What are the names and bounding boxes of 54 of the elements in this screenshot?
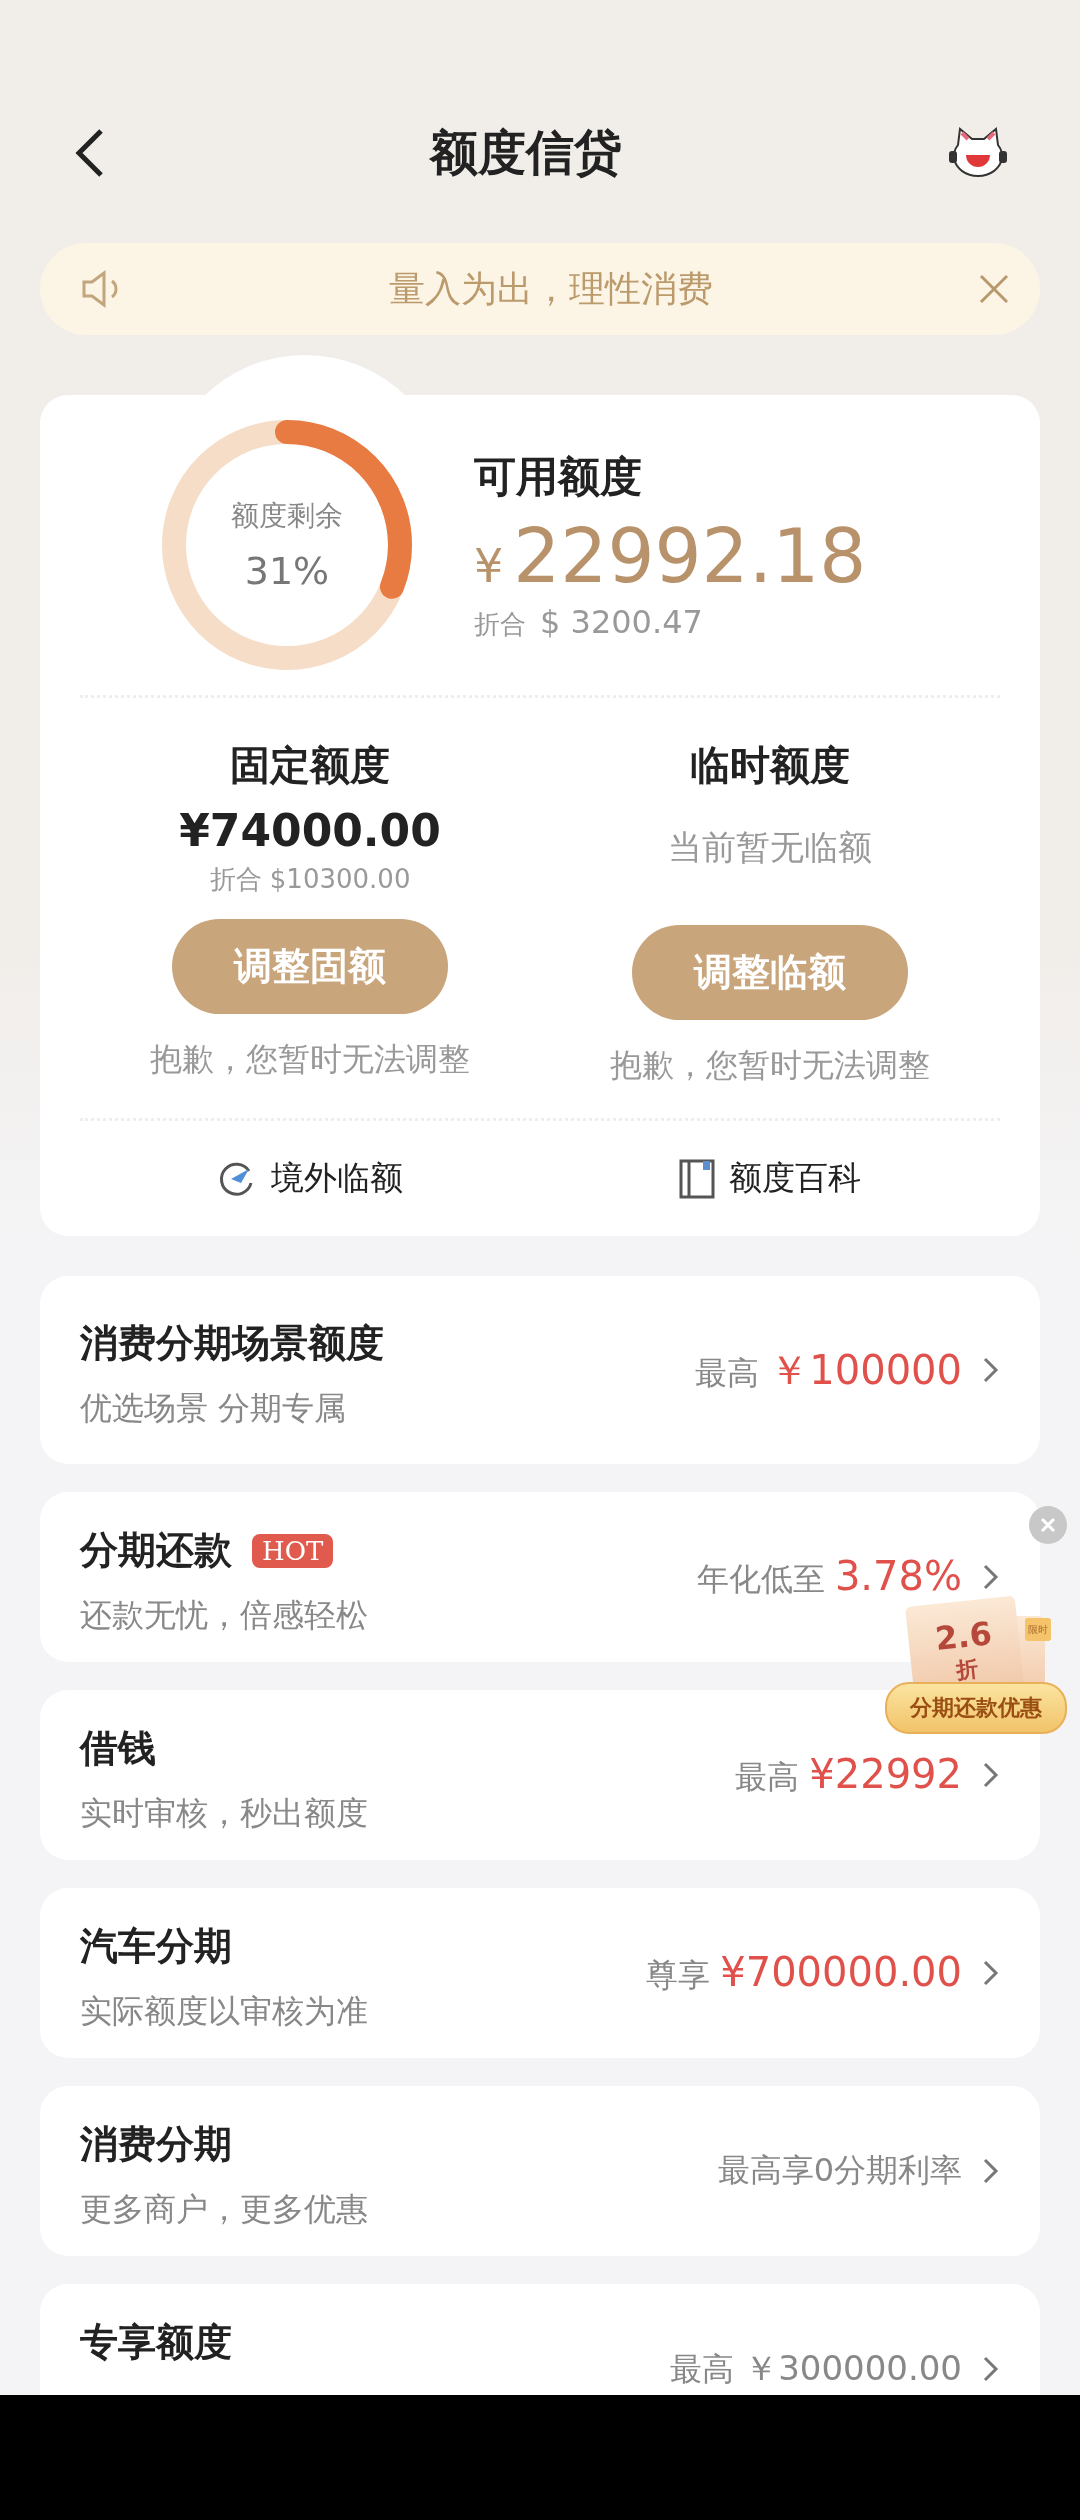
offer-note: 最高 [695, 1352, 760, 1394]
converted-label: 折合 [474, 607, 526, 641]
product-subtitle: 实时审核，秒出额度 [80, 1793, 369, 1834]
offer-note: 最高享0分期利率 [717, 2150, 962, 2191]
product-title: 汽车分期 [80, 1923, 232, 1970]
quick-link[interactable]: 境外临额 [80, 1156, 540, 1201]
book-icon [679, 1158, 715, 1199]
product-title: 分期还款 [80, 1527, 232, 1574]
available-credit-label: 可用额度 [474, 450, 643, 503]
ring-label: 额度剩余 [231, 498, 343, 534]
offer-amount: ¥700000.00 [720, 1948, 962, 1995]
product-row[interactable]: 消费分期 更多商户，更多优惠 最高享0分期利率 [40, 2086, 1040, 2256]
currency-symbol: ¥ [474, 538, 504, 593]
product-title: 消费分期场景额度 [80, 1320, 384, 1367]
unavailable-note: 抱歉，您暂时无法调整 [150, 1039, 470, 1080]
limit-amount: ¥74000.00 [179, 805, 441, 856]
offer-note: 尊享 [646, 1954, 711, 1996]
product-row[interactable]: 消费分期场景额度 优选场景 分期专属 最高 ￥100000 [40, 1276, 1040, 1464]
offer-amount: ¥22992 [809, 1750, 962, 1797]
chevron-right-icon [982, 2157, 1000, 2185]
promo-label[interactable]: 分期还款优惠 [885, 1682, 1067, 1734]
product-title: 借钱 [80, 1725, 156, 1772]
notice-text: 量入为出，理性消费 [388, 266, 714, 311]
converted-note: 折合 $10300.00 [209, 863, 411, 896]
product-subtitle: 更多商户，更多优惠 [80, 2189, 369, 2230]
offer-note: 最高 [735, 1756, 800, 1798]
product-subtitle: 优选场景 分期专属 [80, 1388, 348, 1429]
product-subtitle: 实际额度以审核为准 [80, 1991, 369, 2032]
limit-title: 固定额度 [230, 741, 390, 790]
product-title: 消费分期 [80, 2121, 232, 2168]
chevron-right-icon [982, 1761, 1000, 1789]
back-icon[interactable] [75, 128, 105, 178]
limit-title: 临时额度 [690, 741, 850, 790]
offer-amount: ￥100000 [769, 1345, 962, 1395]
chevron-right-icon [982, 1959, 1000, 1987]
chevron-right-icon [982, 1563, 1000, 1591]
product-subtitle: 还款无忧，倍感轻松 [80, 1595, 369, 1636]
converted-amount: $ 3200.47 [540, 602, 703, 641]
product-row[interactable]: 专享额度 最高 ￥300000.00 [40, 2284, 1040, 2395]
chevron-right-icon [982, 2355, 1000, 2383]
offer-note: 年化低至 [696, 1558, 825, 1600]
product-title: 专享额度 [80, 2319, 232, 2366]
limited-tag: 限时 [1025, 1618, 1051, 1641]
offer-note: 最高 [670, 2349, 735, 2390]
hot-badge: HOT [252, 1533, 334, 1568]
unavailable-note: 抱歉，您暂时无法调整 [610, 1045, 930, 1086]
product-row[interactable]: 汽车分期 实际额度以审核为准 尊享 ¥700000.00 [40, 1888, 1040, 2058]
page-title: 额度信贷 [429, 123, 622, 182]
available-amount: 22992.18 [513, 512, 867, 599]
empty-limit-note: 当前暂无临额 [668, 826, 872, 869]
offer-amount: ￥300000.00 [744, 2347, 962, 2390]
chevron-right-icon [982, 1356, 1000, 1384]
ring-reading: 31% [244, 549, 330, 593]
quick-link[interactable]: 额度百科 [540, 1156, 1000, 1201]
